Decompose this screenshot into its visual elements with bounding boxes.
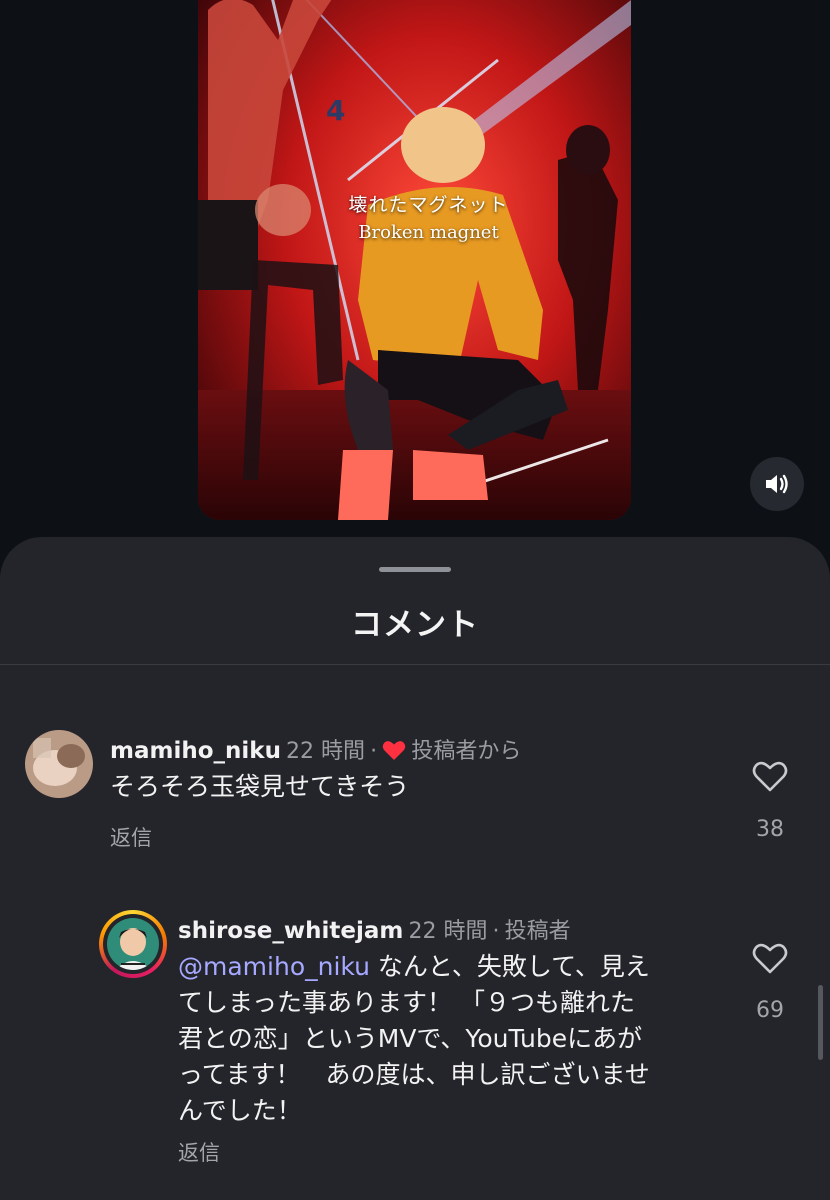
heart-filled-icon — [382, 741, 406, 760]
timestamp: 22 時間 — [408, 919, 488, 944]
mention-link[interactable]: @mamiho_niku — [178, 952, 370, 981]
video-caption-japanese: 壊れたマグネット — [348, 194, 509, 216]
comment-text-line: なんと、失敗して、見え — [369, 952, 650, 981]
sound-toggle-button[interactable] — [750, 457, 804, 511]
heart-outline-icon — [752, 943, 788, 974]
comment-text-line: ってます！ あの度は、申し訳ございませ — [178, 1060, 650, 1089]
like-count: 38 — [756, 817, 784, 842]
username[interactable]: mamiho_niku — [110, 738, 281, 764]
comment-text: @mamiho_niku なんと、失敗して、見え てしまった事あります！ 「９つ… — [178, 949, 718, 1129]
comment-text-line: てしまった事あります！ 「９つも離れた — [178, 988, 635, 1017]
reply-button[interactable]: 返信 — [178, 1137, 220, 1167]
separator: · — [492, 919, 500, 944]
screen: 4 壊れたマグネット Broken magnet コメント mamiho_nik… — [0, 0, 830, 1200]
video-frame: 4 — [198, 0, 631, 520]
sheet-title: コメント — [351, 607, 479, 643]
video-caption-english: Broken magnet — [358, 222, 499, 243]
sheet-drag-handle[interactable] — [379, 567, 451, 572]
heart-outline-icon — [752, 761, 788, 792]
comment-header: mamiho_niku 22 時間 · 投稿者から — [110, 733, 521, 765]
username[interactable]: shirose_whitejam — [178, 918, 403, 944]
avatar — [107, 918, 159, 970]
video-player[interactable]: 4 壊れたマグネット Broken magnet — [198, 0, 631, 520]
author-label: 投稿者 — [504, 919, 571, 944]
comments-sheet: コメント mamiho_niku 22 時間 · 投稿者から そろそろ玉袋見せて… — [0, 537, 830, 1200]
svg-text:4: 4 — [326, 94, 345, 127]
avatar-story-ring[interactable] — [99, 910, 167, 978]
divider — [0, 664, 830, 665]
like-count: 69 — [756, 998, 784, 1023]
timestamp: 22 時間 — [286, 739, 366, 764]
scrollbar[interactable] — [818, 985, 823, 1060]
comment-header: shirose_whitejam 22 時間 · 投稿者 — [178, 913, 571, 945]
like-button[interactable] — [752, 761, 788, 797]
reply-button[interactable]: 返信 — [110, 822, 152, 852]
creator-liked-label: 投稿者から — [411, 739, 522, 764]
separator: · — [370, 739, 378, 764]
speaker-icon — [766, 474, 788, 494]
like-button[interactable] — [752, 943, 788, 979]
comment-text-line: んでした！ — [178, 1096, 302, 1125]
avatar[interactable] — [25, 730, 93, 798]
comment-text-line: 君との恋」というMVで、YouTubeにあが — [178, 1024, 643, 1053]
comment-text: そろそろ玉袋見せてきそう — [110, 772, 410, 801]
